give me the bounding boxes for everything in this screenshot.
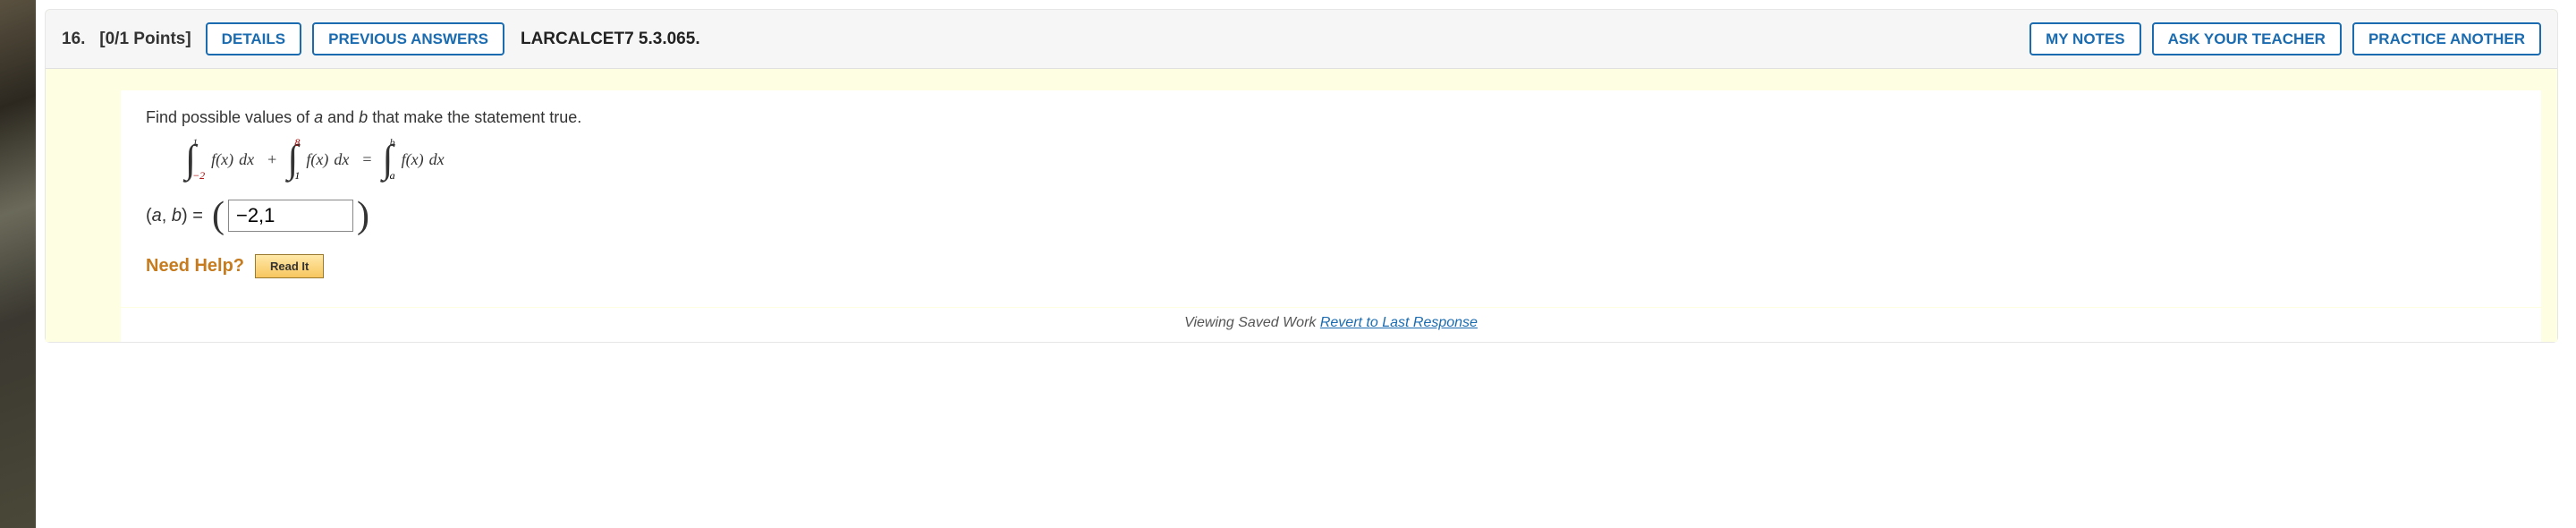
my-notes-button[interactable]: MY NOTES [2029,22,2140,55]
footer-text: Viewing Saved Work [1184,315,1320,330]
question-body: Find possible values of a and b that mak… [46,69,2557,342]
details-button[interactable]: DETAILS [206,22,301,55]
int2-lower: 1 [294,170,300,182]
integral-2: ∫ 8 1 f(x) dx [287,140,352,179]
answer-var-b: b [172,206,182,226]
dx-3: dx [429,150,445,169]
int1-lower: −2 [192,170,205,182]
integral-1: ∫ 1 −2 f(x) dx [185,140,257,179]
question-prompt: Find possible values of a and b that mak… [146,108,2516,127]
paren-open: ( [146,206,152,226]
integrand-1: f(x) [211,150,233,169]
footer: Viewing Saved Work Revert to Last Respon… [121,307,2541,342]
answer-input[interactable] [228,200,353,232]
prompt-post: that make the statement true. [368,108,581,126]
page-background-decor [0,0,36,528]
answer-equals: = [188,206,203,226]
big-paren-close: ) [353,197,373,234]
question-number: 16. [0/1 Points] [62,30,191,49]
answer-label: (a, b) = [146,206,203,226]
int2-upper: 8 [294,137,300,149]
answer-line: (a, b) = ( ) [146,197,2516,234]
int3-lower: a [390,170,395,182]
answer-comma: , [162,206,172,226]
plus-op: + [267,150,276,169]
question-reference: LARCALCET7 5.3.065. [521,30,700,49]
big-paren-open: ( [208,197,228,234]
integral-3: ∫ b a f(x) dx [383,140,447,179]
int1-upper: 1 [192,137,205,149]
question-content: Find possible values of a and b that mak… [121,90,2541,307]
prompt-var-b: b [359,108,368,126]
int3-upper: b [390,137,395,149]
dx-1: dx [239,150,254,169]
ask-teacher-button[interactable]: ASK YOUR TEACHER [2152,22,2342,55]
question-container: 16. [0/1 Points] DETAILS PREVIOUS ANSWER… [45,0,2576,361]
prompt-mid: and [323,108,359,126]
dx-2: dx [334,150,349,169]
math-expression: ∫ 1 −2 f(x) dx + ∫ 8 1 [182,140,2516,179]
equals-op: = [362,150,371,169]
question-number-text: 16. [62,30,85,48]
read-it-button[interactable]: Read It [255,254,324,278]
question-block: 16. [0/1 Points] DETAILS PREVIOUS ANSWER… [45,9,2558,343]
integrand-3: f(x) [402,150,424,169]
practice-another-button[interactable]: PRACTICE ANOTHER [2352,22,2541,55]
help-row: Need Help? Read It [146,254,2516,278]
need-help-label: Need Help? [146,256,244,277]
question-header: 16. [0/1 Points] DETAILS PREVIOUS ANSWER… [46,10,2557,69]
prompt-var-a: a [314,108,323,126]
prompt-pre: Find possible values of [146,108,314,126]
answer-var-a: a [152,206,162,226]
previous-answers-button[interactable]: PREVIOUS ANSWERS [312,22,504,55]
revert-link[interactable]: Revert to Last Response [1320,315,1478,330]
integrand-2: f(x) [306,150,328,169]
question-points: [0/1 Points] [99,30,191,48]
paren-close: ) [182,206,188,226]
